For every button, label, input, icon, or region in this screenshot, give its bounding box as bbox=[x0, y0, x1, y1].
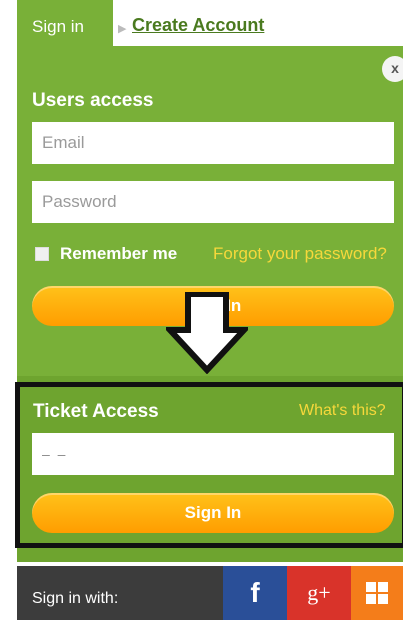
ticket-code-field[interactable] bbox=[32, 433, 394, 475]
tab-bar: Sign in ▶ Create Account bbox=[0, 0, 403, 46]
tab-sign-in[interactable]: Sign in bbox=[17, 0, 113, 46]
forgot-password-link[interactable]: Forgot your password? bbox=[213, 244, 387, 264]
ticket-access-title: Ticket Access bbox=[33, 401, 159, 422]
google-plus-icon[interactable]: g+ bbox=[287, 566, 351, 620]
facebook-icon[interactable]: f bbox=[223, 566, 287, 620]
tab-create-account[interactable]: Create Account bbox=[132, 15, 264, 36]
windows-logo bbox=[366, 582, 388, 604]
whats-this-link[interactable]: What's this? bbox=[299, 402, 386, 420]
users-access-title: Users access bbox=[32, 90, 154, 111]
close-icon[interactable]: x bbox=[382, 56, 403, 82]
tab-separator-icon: ▶ bbox=[118, 23, 127, 35]
remember-me-label: Remember me bbox=[60, 244, 178, 263]
email-field[interactable] bbox=[32, 122, 394, 164]
windows-icon[interactable] bbox=[351, 566, 403, 620]
sign-in-with-label: Sign in with: bbox=[32, 590, 119, 607]
ticket-sign-in-button[interactable]: Sign In bbox=[32, 493, 394, 533]
remember-me-checkbox[interactable] bbox=[35, 247, 49, 261]
password-field[interactable] bbox=[32, 181, 394, 223]
down-arrow-icon bbox=[166, 292, 248, 374]
